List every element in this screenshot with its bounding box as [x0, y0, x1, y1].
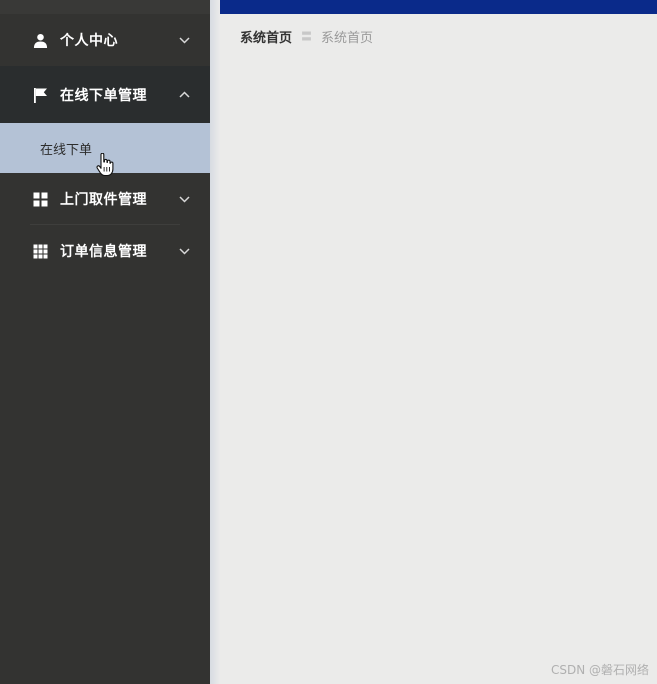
sidebar-top-strip — [0, 0, 210, 14]
breadcrumb-home-link[interactable]: 系统首页 — [240, 27, 292, 46]
sidebar-item-label: 订单信息管理 — [60, 244, 147, 260]
sidebar-item-pickup-management[interactable]: 上门取件管理 — [0, 173, 210, 225]
sidebar-item-order-info-management[interactable]: 订单信息管理 — [0, 225, 210, 277]
top-bar — [210, 0, 657, 14]
flag-icon — [32, 87, 48, 103]
submenu-item-online-order[interactable]: 在线下单 — [0, 123, 210, 177]
chevron-down-icon — [178, 245, 190, 257]
sidebar: 个人中心 在线下单管理 在线下单 上门取件管理 订单信息管理 — [0, 0, 210, 684]
watermark-text: CSDN @磐石网络 — [550, 663, 649, 677]
chevron-down-icon — [178, 34, 190, 46]
breadcrumb-separator: 〓 — [301, 30, 313, 43]
main-left-shadow — [210, 0, 220, 684]
sidebar-item-online-order-management[interactable]: 在线下单管理 — [0, 66, 210, 123]
sidebar-item-label: 个人中心 — [60, 33, 118, 49]
grid-4-icon — [32, 191, 48, 207]
user-icon — [32, 32, 48, 48]
grid-9-icon — [32, 243, 48, 259]
sidebar-item-label: 在线下单管理 — [60, 87, 147, 104]
chevron-up-icon — [178, 89, 190, 101]
submenu-item-label: 在线下单 — [40, 142, 93, 158]
sidebar-item-personal-center[interactable]: 个人中心 — [0, 14, 210, 66]
sidebar-item-label: 上门取件管理 — [60, 192, 147, 208]
chevron-down-icon — [178, 193, 190, 205]
breadcrumb-current: 系统首页 — [321, 30, 374, 46]
main-content: 系统首页 〓 系统首页 CSDN @磐石网络 — [210, 0, 657, 684]
breadcrumb: 系统首页 〓 系统首页 — [240, 26, 373, 46]
